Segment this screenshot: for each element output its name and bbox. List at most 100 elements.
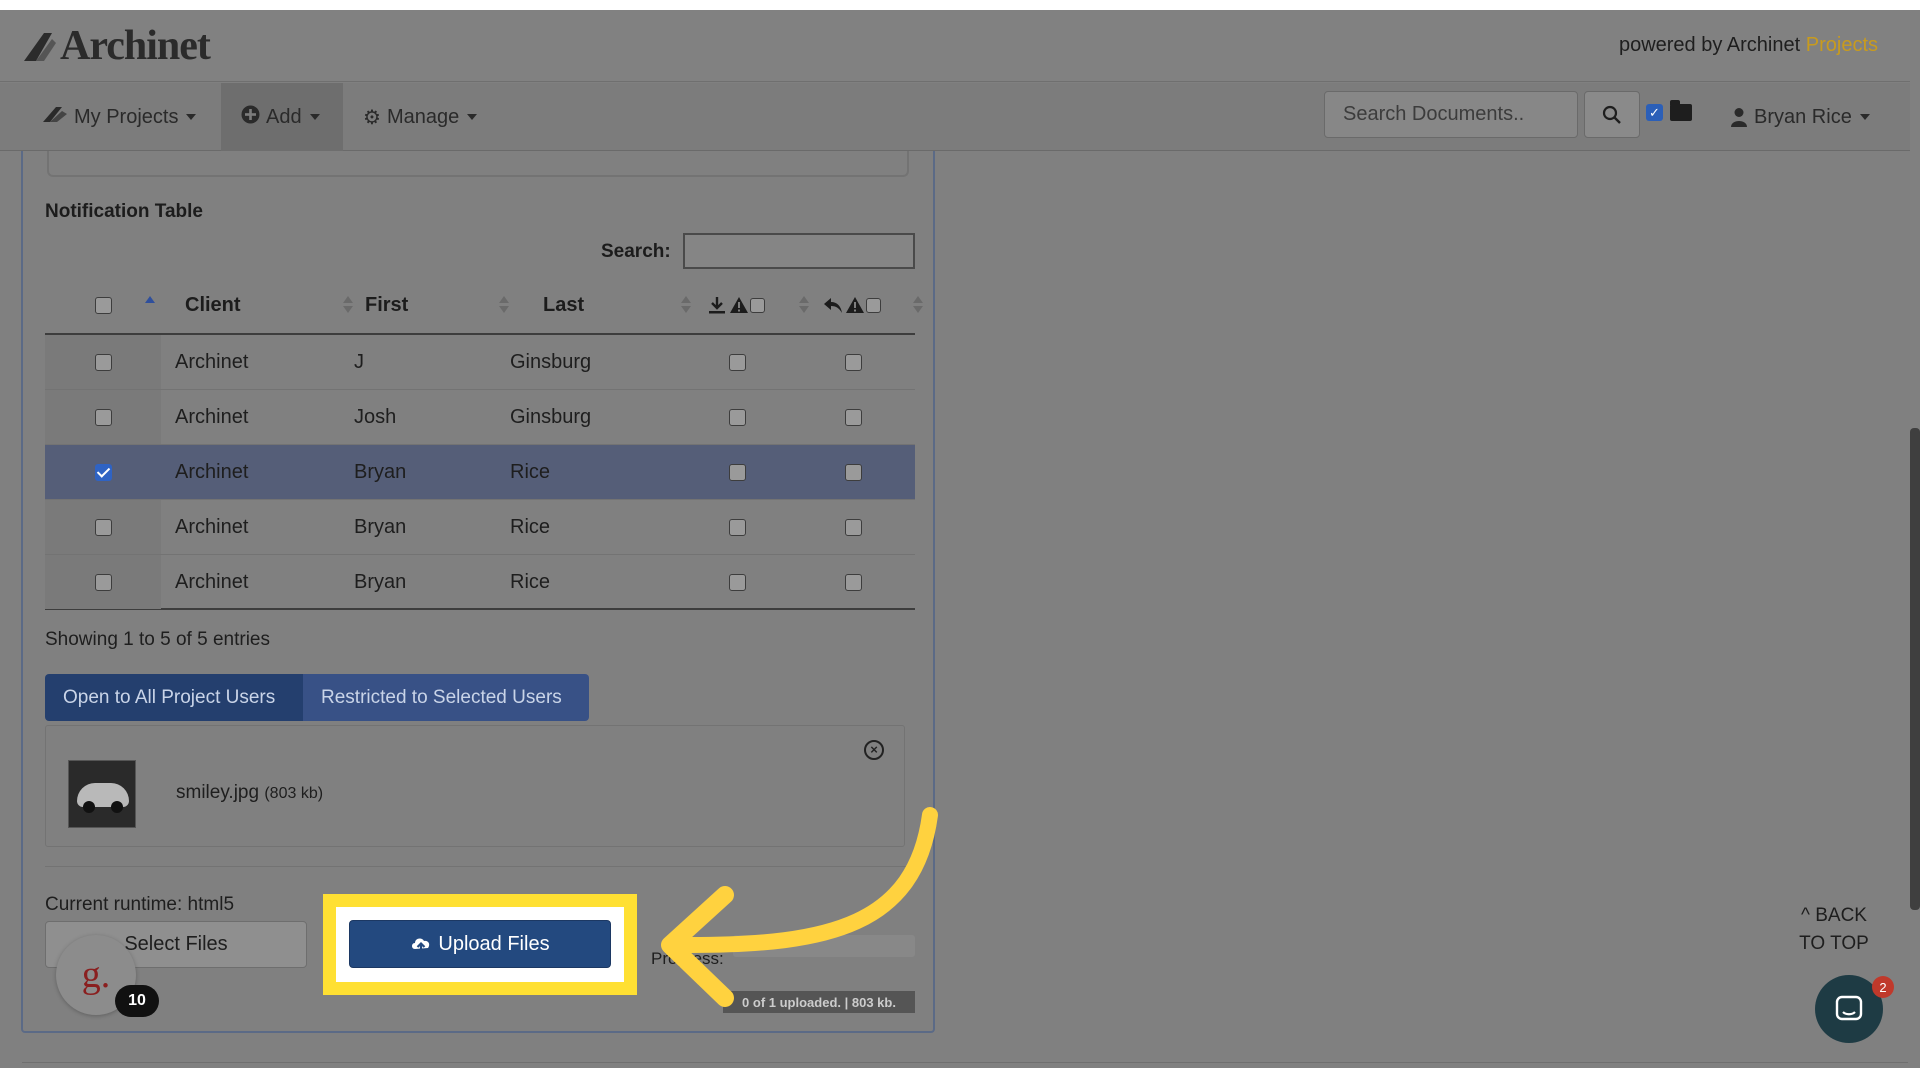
chevron-up-icon: ^: [1801, 905, 1816, 926]
warning-icon: [730, 297, 748, 313]
search-documents-input[interactable]: Search Documents..: [1324, 91, 1578, 138]
app-header: Archinet powered by Archinet Projects: [0, 10, 1910, 82]
download-alert-checkbox[interactable]: [729, 390, 746, 444]
column-reply-alert[interactable]: [823, 275, 881, 335]
bottom-strip: [0, 1068, 1920, 1080]
reply-alert-checkbox[interactable]: [845, 555, 862, 609]
nav-user-menu[interactable]: Bryan Rice: [1730, 83, 1870, 151]
nav-my-projects-label: My Projects: [74, 105, 179, 128]
open-to-all-button[interactable]: Open to All Project Users: [45, 674, 303, 721]
file-list: smiley.jpg (803 kb) ×: [45, 725, 905, 847]
powered-by: powered by Archinet Projects: [1619, 34, 1878, 57]
gear-icon: ⚙: [363, 106, 381, 129]
chevron-down-icon: [309, 114, 320, 120]
reply-icon: [824, 298, 842, 313]
table-row[interactable]: Archinet Bryan Rice: [45, 555, 915, 610]
notification-table-title: Notification Table: [45, 201, 203, 222]
top-strip: [0, 0, 1920, 10]
back-label: BACK: [1815, 905, 1867, 926]
logo-mark-icon: [24, 33, 56, 61]
nav-my-projects[interactable]: My Projects: [22, 83, 216, 151]
file-size: (803 kb): [264, 785, 324, 802]
cell-client: Archinet: [175, 405, 249, 428]
nav-add[interactable]: Add: [221, 83, 343, 151]
file-name: smiley.jpg: [176, 782, 260, 803]
powered-projects-link[interactable]: Projects: [1806, 34, 1878, 56]
folder-icon[interactable]: [1670, 100, 1692, 121]
bottom-divider: [22, 1062, 1908, 1063]
sort-icon[interactable]: [681, 296, 691, 314]
row-checkbox[interactable]: [95, 390, 112, 444]
user-icon: [1731, 108, 1747, 127]
table-row-selected[interactable]: Archinet Bryan Rice: [45, 445, 915, 500]
reply-alert-checkbox[interactable]: [845, 335, 862, 389]
cell-first: Bryan: [354, 515, 407, 538]
row-checkbox[interactable]: [95, 500, 112, 554]
column-client[interactable]: Client: [185, 275, 241, 335]
sort-icon[interactable]: [913, 296, 923, 314]
nav-manage[interactable]: ⚙ Manage: [343, 83, 497, 151]
divider: [45, 866, 915, 867]
column-first[interactable]: First: [365, 275, 408, 335]
cell-client: Archinet: [175, 350, 249, 373]
plus-circle-icon: [241, 105, 260, 130]
table-row[interactable]: Archinet Josh Ginsburg: [45, 390, 915, 445]
sort-icon[interactable]: [499, 296, 509, 314]
download-icon: [709, 297, 725, 314]
avatar-letter: g.: [81, 954, 111, 996]
avatar-badge: 10: [115, 985, 159, 1017]
cell-client: Archinet: [175, 460, 249, 483]
row-checkbox[interactable]: [95, 555, 112, 609]
chat-icon: [1835, 995, 1863, 1021]
sort-asc-icon[interactable]: [145, 296, 155, 314]
restricted-button[interactable]: Restricted to Selected Users: [303, 674, 589, 721]
cloud-upload-icon: [412, 938, 430, 952]
table-row[interactable]: Archinet Bryan Rice: [45, 500, 915, 555]
back-to-top-line1: ^ BACK: [1796, 902, 1872, 930]
reply-alert-checkbox[interactable]: [845, 500, 862, 554]
cell-client: Archinet: [175, 515, 249, 538]
reply-alert-checkbox[interactable]: [845, 390, 862, 444]
cell-last: Rice: [510, 515, 551, 538]
projects-icon: [42, 105, 68, 129]
powered-prefix: powered by Archinet: [1618, 34, 1801, 56]
row-checkbox-checked[interactable]: [95, 445, 112, 499]
row-checkbox[interactable]: [95, 335, 112, 389]
runtime-label: Current runtime: html5: [45, 894, 235, 915]
back-to-top-line2: TO TOP: [1799, 933, 1869, 954]
download-alert-all-checkbox[interactable]: [750, 297, 765, 313]
cell-first: J: [354, 350, 364, 373]
search-button[interactable]: [1584, 91, 1640, 138]
chevron-down-icon: [1859, 114, 1870, 120]
nav-manage-label: Manage: [386, 105, 460, 128]
sort-icon[interactable]: [343, 296, 353, 314]
archinet-logo[interactable]: Archinet: [22, 22, 211, 70]
column-last[interactable]: Last: [543, 275, 584, 335]
select-all-checkbox[interactable]: [95, 275, 112, 335]
download-alert-checkbox[interactable]: [729, 555, 746, 609]
table-row[interactable]: Archinet J Ginsburg: [45, 335, 915, 390]
upload-panel: Notification Table Search: Client First …: [21, 151, 935, 1033]
back-to-top-link[interactable]: ^ BACK TO TOP: [1796, 902, 1872, 958]
cell-first: Bryan: [354, 460, 407, 483]
scrollbar[interactable]: [1910, 428, 1920, 910]
table-search-label: Search:: [601, 241, 671, 262]
remove-file-icon[interactable]: ×: [864, 740, 884, 760]
reply-alert-checkbox[interactable]: [845, 445, 862, 499]
upload-files-button[interactable]: Upload Files: [349, 920, 611, 968]
search-icon: [1602, 105, 1621, 124]
progress-label: Progress:: [651, 949, 724, 968]
download-alert-checkbox[interactable]: [729, 335, 746, 389]
table-search-input[interactable]: [683, 233, 915, 269]
download-alert-checkbox[interactable]: [729, 445, 746, 499]
checked-toggle-icon[interactable]: ✓: [1646, 104, 1663, 121]
download-alert-checkbox[interactable]: [729, 500, 746, 554]
sort-icon[interactable]: [799, 296, 809, 314]
cell-last: Ginsburg: [510, 405, 592, 428]
column-download-alert[interactable]: [707, 275, 765, 335]
cell-last: Rice: [510, 570, 551, 593]
access-toggle: Open to All Project Users Restricted to …: [45, 674, 589, 721]
cell-first: Bryan: [354, 570, 407, 593]
reply-alert-all-checkbox[interactable]: [866, 297, 881, 313]
table-info: Showing 1 to 5 of 5 entries: [45, 629, 270, 650]
